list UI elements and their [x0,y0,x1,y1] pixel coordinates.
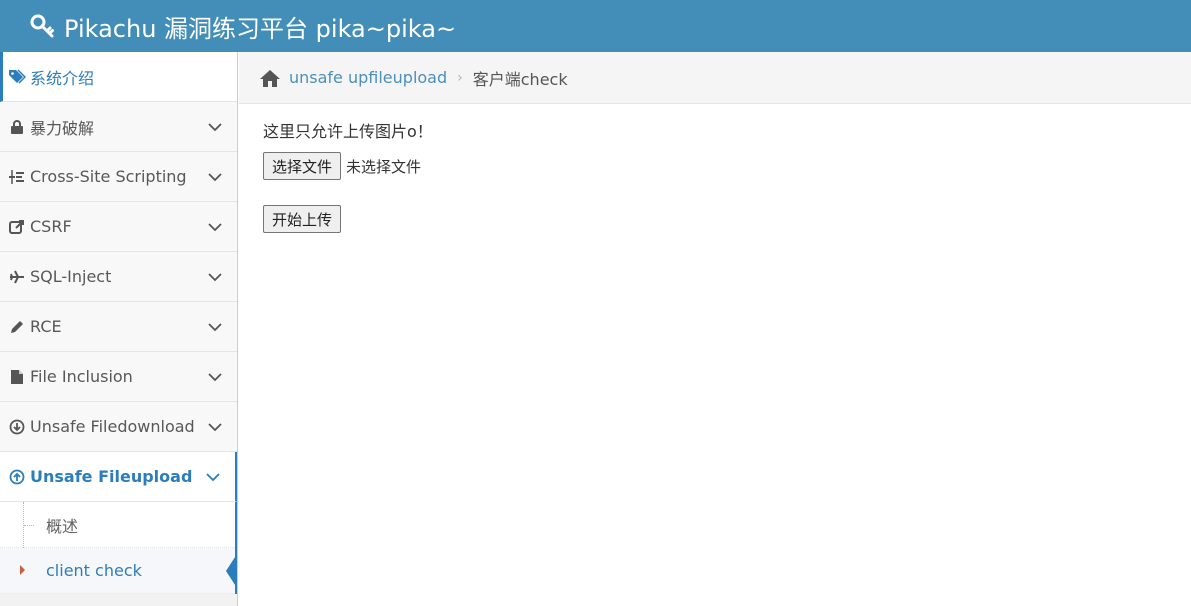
brand-title[interactable]: Pikachu 漏洞练习平台 pika~pika~ [64,9,456,44]
sidebar-item-xss[interactable]: Cross-Site Scripting [0,152,237,202]
breadcrumb-link[interactable]: unsafe upfileupload [289,68,447,87]
lock-icon [8,118,26,136]
sidebar-item-file-inclusion[interactable]: File Inclusion [0,352,237,402]
sidebar-item-label: Cross-Site Scripting [30,167,187,186]
top-navbar: Pikachu 漏洞练习平台 pika~pika~ [0,0,1191,52]
active-pointer-icon [226,554,237,588]
sidebar-item-brute-force[interactable]: 暴力破解 [0,102,237,152]
chevron-down-icon [208,173,222,182]
sidebar-item-label: RCE [30,317,62,336]
sidebar-item-rce[interactable]: RCE [0,302,237,352]
tags-icon [8,68,26,86]
upload-row: 开始上传 [263,205,342,233]
upload-notice: 这里只允许上传图片o！ [263,122,433,141]
chevron-down-icon [208,373,222,382]
breadcrumb: unsafe upfileupload › 客户端check [239,52,1191,104]
file-icon [8,368,26,386]
submenu-item-label: client check [46,561,142,580]
sidebar-item-intro[interactable]: 系统介绍 [0,52,237,102]
sidebar: 系统介绍 暴力破解 Cross-Site Scripting CSRF SQL-… [0,52,238,606]
file-input-row: 选择文件 未选择文件 [263,152,421,180]
sidebar-item-label: File Inclusion [30,367,133,386]
download-circle-icon [8,418,26,436]
pencil-icon [8,318,26,336]
upload-circle-icon [8,468,26,486]
sidebar-item-csrf[interactable]: CSRF [0,202,237,252]
caret-right-icon [20,565,25,575]
chevron-down-icon [206,473,220,482]
chevron-down-icon [208,323,222,332]
sidebar-item-label: Unsafe Filedownload [30,417,195,436]
chevron-down-icon [208,123,222,132]
upload-button[interactable]: 开始上传 [263,205,342,233]
fileupload-submenu: 概述 client check [0,502,237,594]
list-tree-icon [8,168,26,186]
submenu-item-label: 概述 [46,516,79,536]
sidebar-item-sql-inject[interactable]: SQL-Inject [0,252,237,302]
key-icon [30,13,56,39]
sidebar-item-unsafe-filedownload[interactable]: Unsafe Filedownload [0,402,237,452]
breadcrumb-current: 客户端check [472,69,568,89]
share-square-icon [8,218,26,236]
chevron-down-icon [208,273,222,282]
choose-file-button[interactable]: 选择文件 [263,152,342,180]
chevron-down-icon [208,423,222,432]
home-icon[interactable] [259,68,281,88]
sidebar-item-label: 系统介绍 [30,68,95,88]
main-content: 这里只允许上传图片o！ 选择文件 未选择文件 开始上传 [239,104,1191,606]
breadcrumb-separator: › [457,69,463,86]
submenu-item-overview[interactable]: 概述 [0,502,235,548]
sidebar-item-label: CSRF [30,217,72,236]
file-status-text: 未选择文件 [346,157,422,176]
submenu-item-client-check[interactable]: client check [0,548,237,594]
sidebar-item-unsafe-fileupload[interactable]: Unsafe Fileupload [0,452,237,502]
sidebar-item-label: 暴力破解 [30,118,95,138]
sidebar-item-label: SQL-Inject [30,267,112,286]
chevron-down-icon [208,223,222,232]
plane-icon [8,268,26,286]
